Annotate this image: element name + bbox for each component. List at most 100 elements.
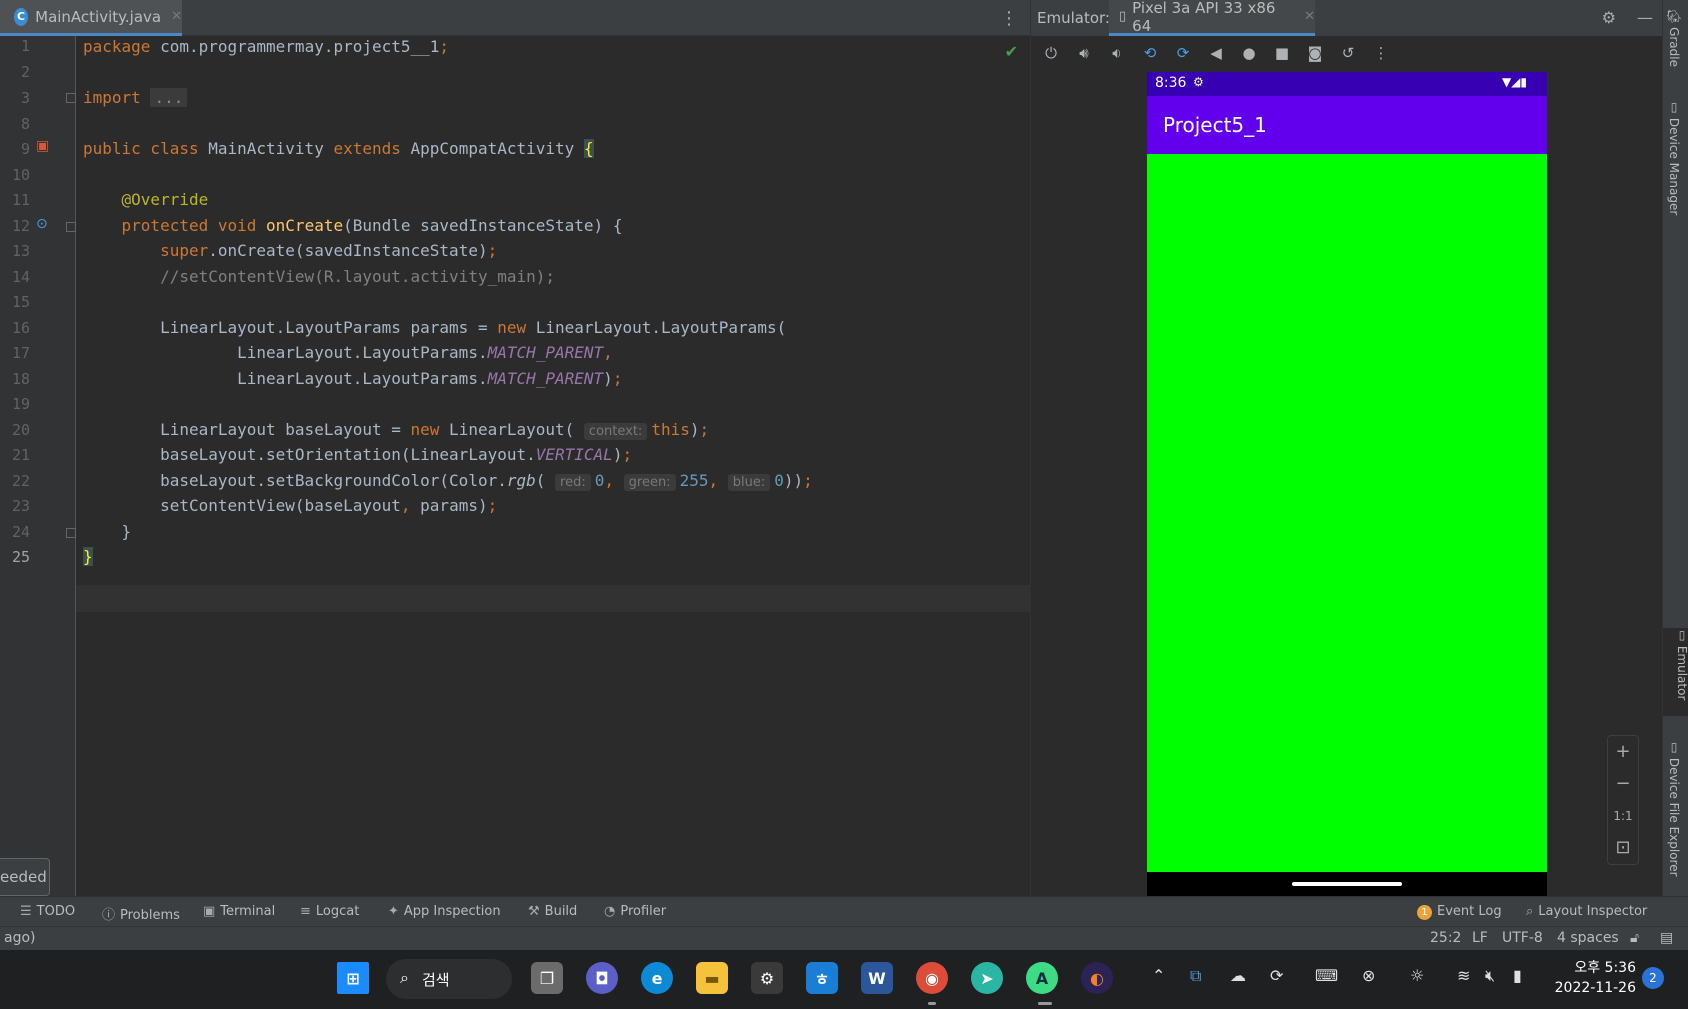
korean-app-icon[interactable]: ㅎ — [806, 962, 838, 994]
taskbar-clock[interactable]: 오후 5:36 2022-11-26 — [1550, 958, 1636, 998]
line-number: 10 — [11, 166, 30, 184]
back-icon[interactable]: ◀ — [1204, 41, 1228, 65]
tool-todo[interactable]: ☰ TODO — [20, 904, 75, 919]
edge-browser-icon[interactable]: e — [641, 962, 673, 994]
minimize-icon[interactable]: — — [1637, 8, 1653, 27]
tool-tab-device-manager[interactable]: ▯ Device Manager — [1667, 100, 1681, 215]
speaker-muted-icon[interactable]: 🔇︎ — [1485, 966, 1495, 986]
line-separator[interactable]: LF — [1472, 930, 1488, 946]
power-icon[interactable]: ⏻ — [1039, 41, 1063, 65]
java-class-icon: C — [14, 7, 29, 26]
sync-icon[interactable]: ⟳ — [1270, 966, 1283, 985]
tool-app-inspection[interactable]: ✦ App Inspection — [388, 904, 501, 919]
android-studio-icon[interactable]: A — [1026, 962, 1058, 994]
settings-gear-icon[interactable]: ⚙ — [1602, 8, 1616, 27]
chrome-icon[interactable]: ◉ — [916, 962, 948, 994]
terminal-icon: ▣ — [203, 904, 216, 919]
tool-profiler[interactable]: ◔ Profiler — [604, 904, 666, 919]
param-hint: blue: — [727, 474, 771, 491]
param-hint: red: — [555, 474, 591, 491]
rotate-right-icon[interactable]: ⟳ — [1171, 41, 1195, 65]
close-circle-icon[interactable]: ⊗ — [1362, 966, 1375, 985]
volume-down-icon[interactable]: 🔉︎ — [1105, 41, 1129, 65]
green-linear-layout[interactable] — [1147, 154, 1547, 872]
tool-layout-inspector[interactable]: ⌕ Layout Inspector — [1526, 904, 1647, 919]
wifi-icon[interactable]: ≋ — [1457, 966, 1470, 985]
zoom-actual-size-button[interactable]: 1:1 — [1608, 800, 1638, 832]
windows-start-icon[interactable]: ⊞ — [337, 962, 369, 994]
line-number: 23 — [11, 497, 30, 515]
tab-device-pixel3a[interactable]: ▯ Pixel 3a API 33 x86 64 ✕ — [1109, 0, 1315, 36]
tool-event-log[interactable]: 1 Event Log — [1417, 904, 1502, 920]
overview-icon[interactable]: ■ — [1270, 41, 1294, 65]
tool-build[interactable]: ⚒ Build — [528, 904, 577, 919]
zoom-out-icon[interactable]: − — [1608, 768, 1638, 800]
tool-problems[interactable]: ⓘ Problems — [102, 904, 180, 923]
gesture-pill[interactable] — [1292, 882, 1402, 886]
notification-badge[interactable]: 2 — [1642, 967, 1664, 989]
teams-chat-icon[interactable]: ◘ — [586, 962, 618, 994]
tool-logcat[interactable]: ≡ Logcat — [300, 904, 359, 919]
keyboard-icon[interactable]: ⌨ — [1315, 966, 1338, 985]
tool-tab-emulator[interactable]: ▯ Emulator — [1663, 628, 1688, 716]
close-device-tab-icon[interactable]: ✕ — [1304, 9, 1315, 24]
folded-imports[interactable]: ... — [150, 88, 188, 107]
rotate-left-icon[interactable]: ⟲ — [1138, 41, 1162, 65]
zoom-in-icon[interactable]: + — [1608, 736, 1638, 768]
no-problems-check-icon[interactable]: ✔ — [1005, 42, 1018, 61]
more-options-icon[interactable]: ⋮ — [1369, 41, 1393, 65]
battery-icon[interactable]: ▮ — [1513, 966, 1522, 985]
line-number: 14 — [11, 268, 30, 286]
close-tab-icon[interactable]: ✕ — [171, 9, 182, 24]
fold-toggle-icon[interactable] — [66, 222, 76, 232]
line-number: 12 — [11, 217, 30, 235]
code-line-3: import ... — [83, 84, 188, 111]
word-icon[interactable]: W — [861, 962, 893, 994]
task-view-icon[interactable]: ❐ — [531, 962, 563, 994]
status-time: 8:36 — [1155, 75, 1187, 91]
home-icon[interactable]: ● — [1237, 41, 1261, 65]
search-icon: ⌕ — [400, 968, 409, 987]
emulator-label: Emulator: — [1037, 9, 1110, 27]
status-message[interactable]: ago) — [4, 930, 36, 946]
code-editor[interactable]: package com.programmermay.project5__1; i… — [76, 36, 1030, 896]
tool-tab-gradle[interactable]: 🐘︎ Gradle — [1667, 8, 1681, 67]
settings-gear-icon[interactable]: ⚙ — [751, 962, 783, 994]
screenshot-camera-icon[interactable]: ◙ — [1303, 41, 1327, 65]
file-explorer-icon[interactable]: ▬ — [696, 962, 728, 994]
editor-tabbar: C MainActivity.java ✕ ⋮ — [0, 0, 1030, 36]
caret-position[interactable]: 25:2 — [1430, 930, 1461, 946]
code-line-1: package com.programmermay.project5__1; — [83, 37, 450, 56]
indent-setting[interactable]: 4 spaces — [1557, 930, 1619, 946]
snapshot-restore-icon[interactable]: ↺ — [1336, 41, 1360, 65]
memory-indicator-icon[interactable]: ▤ — [1660, 930, 1673, 946]
zoom-fit-icon[interactable]: ⊡ — [1608, 832, 1638, 864]
eclipse-icon[interactable]: ◐ — [1081, 962, 1113, 994]
tool-terminal[interactable]: ▣ Terminal — [203, 904, 275, 919]
ide-status-bar: ago) 25:2 LF UTF-8 4 spaces 🔓︎ ▤ — [0, 926, 1688, 950]
file-encoding[interactable]: UTF-8 — [1502, 930, 1543, 946]
line-number: 22 — [11, 472, 30, 490]
screen-crop-icon[interactable]: ⧉ — [1190, 966, 1201, 986]
readonly-lock-icon[interactable]: 🔓︎ — [1630, 930, 1639, 946]
code-line-22: baseLayout.setBackgroundColor(Color.rgb(… — [160, 471, 813, 491]
fold-toggle-icon[interactable] — [66, 93, 76, 103]
run-activity-icon[interactable]: ▣ — [36, 138, 49, 154]
cloud-offline-icon[interactable]: ☁ — [1230, 966, 1246, 985]
bird-app-icon[interactable]: ➤ — [971, 962, 1003, 994]
emulator-toolbar: ⏻ 🔊︎ 🔉︎ ⟲ ⟳ ◀ ● ■ ◙ ↺ ⋮ — [1031, 36, 1663, 70]
tab-mainactivity[interactable]: C MainActivity.java ✕ — [0, 0, 182, 36]
tool-tab-device-file-explorer[interactable]: ▯ Device File Explorer — [1667, 740, 1681, 877]
code-line-18: LinearLayout.LayoutParams.MATCH_PARENT); — [237, 369, 623, 388]
chevron-up-icon[interactable]: ⌃ — [1152, 966, 1165, 985]
phone-screen[interactable]: 8:36 ⚙ ▼◢▮ Project5_1 — [1147, 72, 1547, 896]
line-number: 3 — [20, 89, 30, 107]
brightness-icon[interactable]: ☼ — [1410, 966, 1424, 985]
fold-toggle-icon[interactable] — [66, 528, 76, 538]
more-options-icon[interactable]: ⋮ — [1000, 8, 1018, 29]
android-status-bar: 8:36 ⚙ ▼◢▮ — [1147, 72, 1547, 96]
taskbar-search[interactable]: ⌕ 검색 — [386, 959, 512, 999]
override-marker-icon[interactable]: ⊙ — [36, 216, 48, 232]
volume-up-icon[interactable]: 🔊︎ — [1072, 41, 1096, 65]
build-toast[interactable]: eeded — [0, 858, 50, 896]
